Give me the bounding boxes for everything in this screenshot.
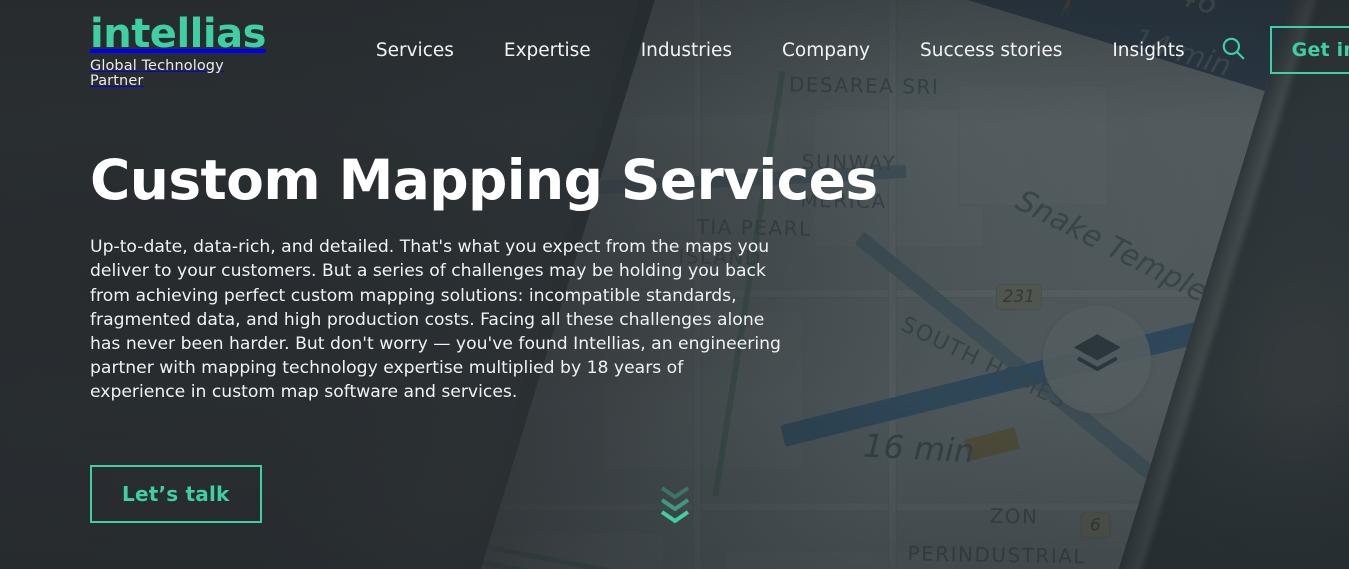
lets-talk-button[interactable]: Let’s talk <box>90 464 262 523</box>
nav-item-company[interactable]: Company <box>757 40 895 61</box>
hero-section: 🚶 1 hr 46 🚶 14 min <box>0 0 1349 569</box>
get-in-touch-button[interactable]: Get in touch <box>1269 26 1349 74</box>
search-button[interactable] <box>1210 27 1256 73</box>
logo-tagline: Global Technology Partner <box>90 58 224 89</box>
nav-item-success-stories[interactable]: Success stories <box>895 40 1087 61</box>
search-icon <box>1220 35 1246 66</box>
logo-wordmark: intellias <box>90 11 266 57</box>
hero-paragraph: Up-to-date, data-rich, and detailed. Tha… <box>90 237 781 403</box>
nav-item-services[interactable]: Services <box>351 40 479 61</box>
nav-item-insights[interactable]: Insights <box>1087 40 1209 61</box>
logo[interactable]: intellias Global Technology Partner <box>90 14 266 88</box>
nav-item-industries[interactable]: Industries <box>616 40 757 61</box>
site-header: intellias Global Technology Partner Serv… <box>0 0 1349 100</box>
header-actions: Get in touch En De <box>1210 26 1349 74</box>
chevron-down-icon <box>660 498 690 517</box>
page-title: Custom Mapping Services <box>90 148 878 212</box>
hero-content: Custom Mapping Services Up-to-date, data… <box>90 148 878 523</box>
main-navigation: Services Expertise Industries Company Su… <box>351 40 1210 61</box>
scroll-down-indicator[interactable] <box>660 486 690 529</box>
nav-item-expertise[interactable]: Expertise <box>479 40 616 61</box>
